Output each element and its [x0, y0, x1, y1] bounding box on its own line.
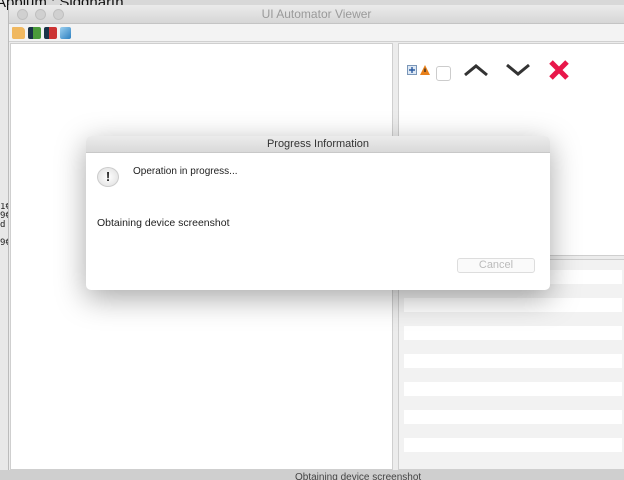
- dialog-message: Operation in progress...: [133, 166, 238, 177]
- node-detail-table: [398, 259, 624, 470]
- minimize-window-button[interactable]: [35, 9, 46, 20]
- background-text: 1€ 9€ d 9€: [0, 203, 8, 248]
- close-window-button[interactable]: [17, 9, 28, 20]
- table-row[interactable]: [404, 382, 622, 396]
- save-icon[interactable]: [60, 26, 71, 39]
- checkbox[interactable]: [436, 66, 451, 81]
- table-row[interactable]: [404, 438, 622, 452]
- cancel-button[interactable]: Cancel: [457, 258, 535, 273]
- background-status-bar: Obtaining device screenshot: [0, 470, 624, 480]
- expand-all-icon[interactable]: [407, 64, 417, 75]
- table-row[interactable]: [404, 354, 622, 368]
- table-row[interactable]: [404, 410, 622, 424]
- title-bar[interactable]: UI Automator Viewer: [9, 5, 624, 24]
- device-screenshot-compressed-icon[interactable]: [44, 26, 57, 39]
- down-arrow-icon[interactable]: [505, 63, 531, 77]
- table-row[interactable]: [404, 326, 622, 340]
- toolbar: [9, 24, 624, 42]
- up-arrow-icon[interactable]: [463, 63, 489, 77]
- device-screenshot-icon[interactable]: [28, 26, 41, 39]
- window-title: UI Automator Viewer: [261, 7, 372, 21]
- table-row[interactable]: [404, 298, 622, 312]
- open-folder-icon[interactable]: [12, 26, 25, 39]
- info-icon: !: [97, 167, 119, 187]
- warning-icon[interactable]: [420, 64, 430, 75]
- dialog-task: Obtaining device screenshot: [97, 217, 230, 229]
- clear-icon[interactable]: [548, 59, 570, 81]
- maximize-window-button[interactable]: [53, 9, 64, 20]
- progress-dialog: Progress Information ! Operation in prog…: [86, 136, 550, 290]
- dialog-title: Progress Information: [86, 136, 550, 153]
